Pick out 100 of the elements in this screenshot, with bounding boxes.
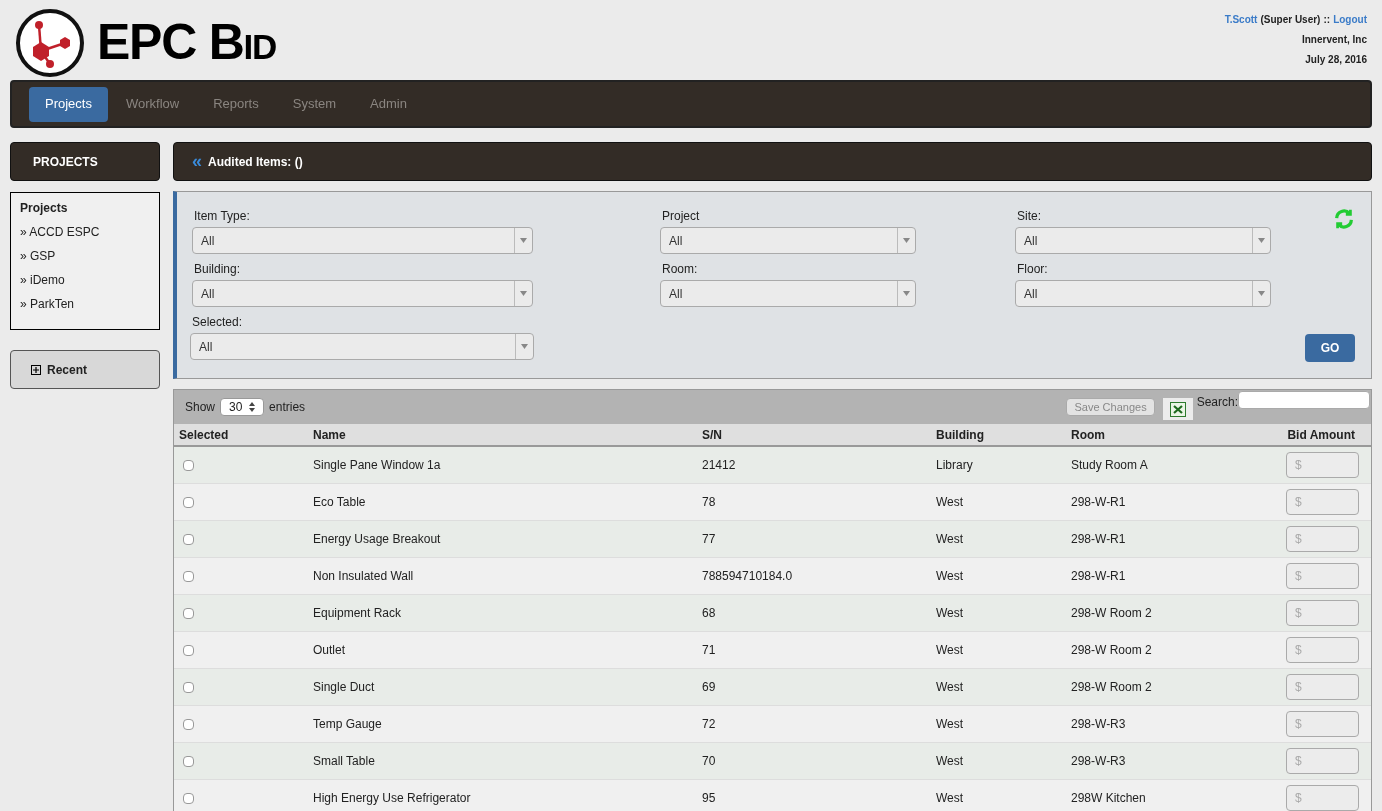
- spinner-arrows-icon: [249, 402, 256, 412]
- bid-amount-field[interactable]: $: [1286, 526, 1359, 552]
- column-header: Bid Amount: [1286, 426, 1356, 444]
- bid-amount-field[interactable]: $: [1286, 674, 1359, 700]
- table-cell-text: West: [936, 494, 965, 511]
- table-cell-text: Single Pane Window 1a: [313, 457, 442, 474]
- bid-amount-field[interactable]: $: [1286, 600, 1359, 626]
- show-label: Show: [185, 399, 216, 416]
- nav-tab[interactable]: Reports: [197, 86, 275, 122]
- refresh-icon[interactable]: [1333, 208, 1355, 230]
- column-header: Room: [1071, 426, 1106, 444]
- bid-amount-field[interactable]: $: [1286, 748, 1359, 774]
- filter-dropdown[interactable]: All: [192, 227, 533, 254]
- user-role: (Super User): [1260, 13, 1321, 27]
- table-cell-text: Library: [936, 457, 974, 474]
- filter-label: Building:: [194, 261, 241, 278]
- row-checkbox[interactable]: [183, 681, 194, 693]
- table-cell-text: Temp Gauge: [313, 716, 383, 733]
- search-label: Search:: [1196, 394, 1238, 411]
- filter-label: Floor:: [1017, 261, 1048, 278]
- table-cell-text: West: [936, 605, 965, 622]
- molecule-logo-icon: [15, 7, 85, 78]
- logout-link[interactable]: Logout: [1333, 12, 1367, 27]
- entries-label: entries: [269, 399, 306, 416]
- table-cell-text: 298-W-R3: [1071, 716, 1127, 733]
- row-checkbox[interactable]: [183, 644, 194, 656]
- table-cell-text: 298-W-R1: [1071, 568, 1127, 585]
- project-link[interactable]: » iDemo: [20, 271, 150, 289]
- table-cell-text: West: [936, 531, 965, 548]
- go-button[interactable]: GO: [1305, 334, 1355, 362]
- filter-dropdown[interactable]: All: [190, 333, 534, 360]
- nav-tab[interactable]: Admin: [354, 86, 423, 122]
- row-checkbox[interactable]: [183, 792, 194, 804]
- table-cell-text: 72: [702, 716, 717, 733]
- table-cell-text: 70: [702, 753, 717, 770]
- bid-amount-field[interactable]: $: [1286, 637, 1359, 663]
- filter-label: Item Type:: [194, 208, 250, 225]
- brand-title: EPC Bid: [97, 13, 277, 72]
- table-cell-text: Non Insulated Wall: [313, 568, 415, 585]
- table-cell-text: West: [936, 753, 965, 770]
- user-link[interactable]: T.Scott: [1224, 12, 1258, 27]
- project-link[interactable]: » ACCD ESPC: [20, 223, 150, 241]
- table-cell-text: Equipment Rack: [313, 605, 403, 622]
- row-checkbox[interactable]: [183, 755, 194, 767]
- page-size-select[interactable]: 30: [220, 398, 265, 416]
- bid-amount-field[interactable]: $: [1286, 563, 1359, 589]
- column-header: S/N: [702, 426, 723, 444]
- table-cell-text: West: [936, 790, 965, 807]
- table-cell-text: 21412: [702, 457, 737, 474]
- projects-list-title: Projects: [20, 200, 69, 217]
- table-cell-text: 788594710184.0: [702, 568, 794, 585]
- column-header: Selected: [178, 426, 230, 444]
- row-checkbox[interactable]: [183, 459, 194, 471]
- back-link[interactable]: «: [192, 148, 202, 175]
- column-header: Building: [936, 426, 985, 444]
- table-cell-text: West: [936, 642, 965, 659]
- spreadsheet-export-icon[interactable]: [1169, 401, 1186, 417]
- filter-dropdown[interactable]: All: [192, 280, 533, 307]
- panel-title: Audited Items: (): [208, 153, 303, 171]
- row-checkbox[interactable]: [183, 607, 194, 619]
- nav-tab[interactable]: Workflow: [109, 86, 196, 122]
- table-cell-text: 95: [702, 790, 717, 807]
- date-text: July 28, 2016: [1305, 53, 1367, 67]
- table-cell-text: High Energy Use Refrigerator: [313, 790, 472, 807]
- table-cell-text: West: [936, 679, 965, 696]
- table-cell-text: 298-W Room 2: [1071, 605, 1153, 622]
- sidebar-header: PROJECTS: [10, 142, 160, 181]
- caret-icon: [520, 238, 527, 243]
- filter-label: Project: [662, 208, 700, 225]
- table-cell-text: 71: [702, 642, 717, 659]
- column-header: Name: [313, 426, 347, 444]
- nav-tab[interactable]: Projects: [29, 86, 108, 122]
- bid-amount-field[interactable]: $: [1286, 785, 1359, 811]
- nav-tab[interactable]: System: [276, 86, 353, 122]
- table-cell-text: West: [936, 568, 965, 585]
- filter-dropdown[interactable]: All: [660, 227, 916, 254]
- filter-dropdown[interactable]: All: [1015, 280, 1271, 307]
- row-checkbox[interactable]: [183, 496, 194, 508]
- row-checkbox[interactable]: [183, 718, 194, 730]
- table-cell-text: 77: [702, 531, 717, 548]
- recent-panel-toggle[interactable]: Recent: [10, 350, 160, 389]
- filter-label: Site:: [1017, 208, 1041, 225]
- table-cell-text: Single Duct: [313, 679, 376, 696]
- row-checkbox[interactable]: [183, 533, 194, 545]
- table-cell-text: 68: [702, 605, 717, 622]
- filter-dropdown[interactable]: All: [660, 280, 916, 307]
- company-name: Innervent, Inc: [1302, 33, 1367, 47]
- bid-amount-field[interactable]: $: [1286, 711, 1359, 737]
- table-cell-text: Energy Usage Breakout: [313, 531, 442, 548]
- table-cell-text: Eco Table: [313, 494, 367, 511]
- project-link[interactable]: » ParkTen: [20, 295, 150, 313]
- bid-amount-field[interactable]: $: [1286, 452, 1359, 478]
- bid-amount-field[interactable]: $: [1286, 489, 1359, 515]
- search-field[interactable]: [1238, 391, 1370, 409]
- caret-icon: [903, 238, 910, 243]
- row-checkbox[interactable]: [183, 570, 194, 582]
- table-cell-text: 298-W-R1: [1071, 494, 1127, 511]
- caret-icon: [903, 291, 910, 296]
- project-link[interactable]: » GSP: [20, 247, 150, 265]
- filter-dropdown[interactable]: All: [1015, 227, 1271, 254]
